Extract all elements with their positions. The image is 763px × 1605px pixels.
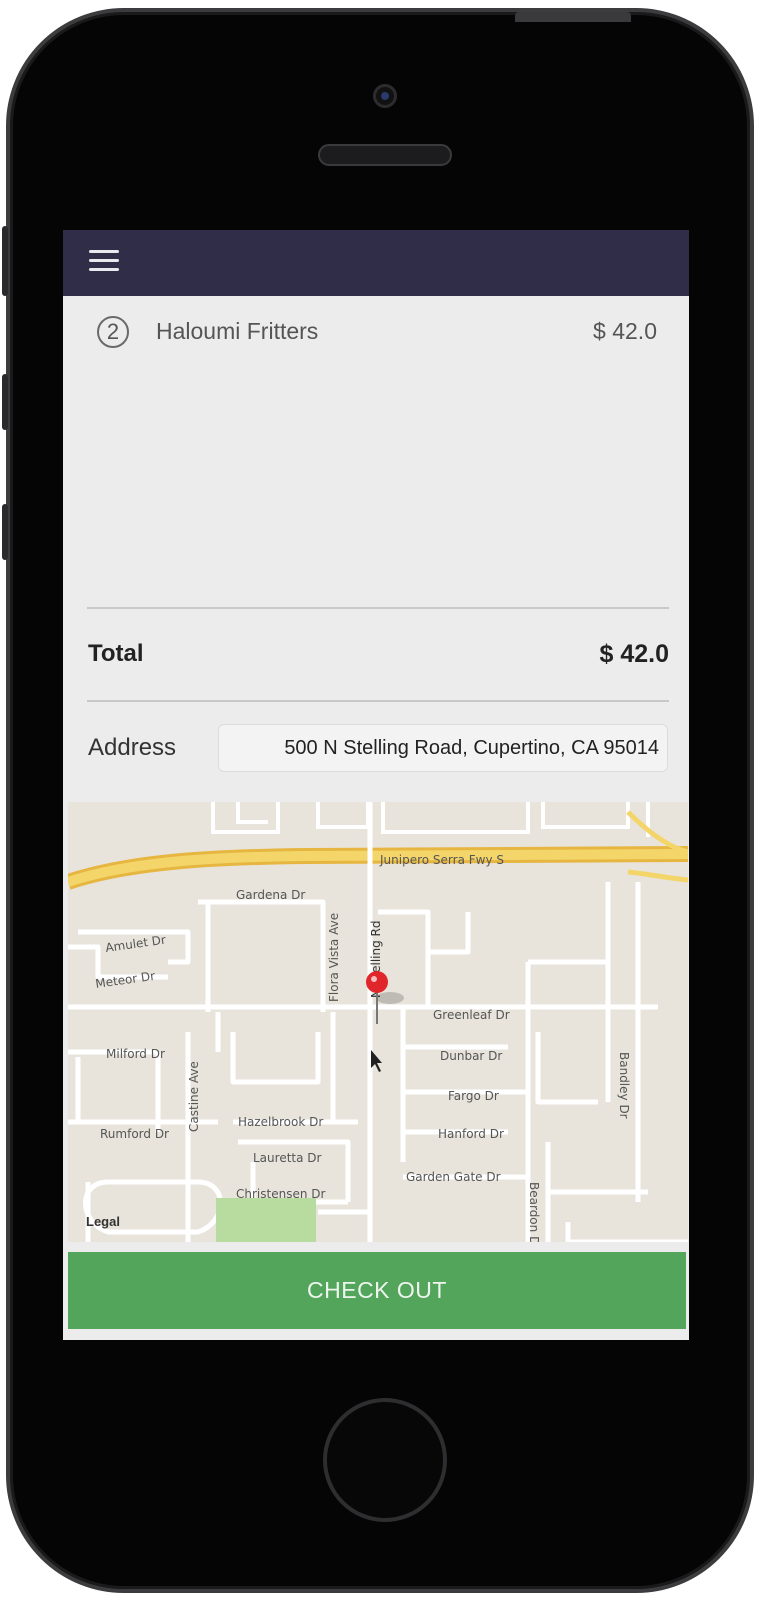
street-label: Greenleaf Dr <box>433 1008 510 1022</box>
navbar <box>63 230 689 296</box>
street-label: Christensen Dr <box>236 1187 325 1201</box>
street-label: Castine Ave <box>187 1061 201 1132</box>
address-value: 500 N Stelling Road, Cupertino, CA 95014 <box>284 737 659 759</box>
street-label: Hanford Dr <box>438 1127 504 1141</box>
divider <box>87 607 669 609</box>
street-label: Milford Dr <box>106 1047 165 1061</box>
address-input[interactable]: 500 N Stelling Road, Cupertino, CA 95014 <box>218 724 668 772</box>
mute-switch <box>2 226 8 296</box>
order-item-row: 2 Haloumi Fritters $ 42.0 <box>63 308 689 358</box>
street-label: Hazelbrook Dr <box>238 1115 323 1129</box>
street-label: Flora Vista Ave <box>327 913 341 1002</box>
street-label: Dunbar Dr <box>440 1049 502 1063</box>
front-camera <box>373 84 397 108</box>
street-label: Beardon Dr <box>527 1182 541 1242</box>
total-label: Total <box>88 640 144 667</box>
freeway-label: Junipero Serra Fwy S <box>379 853 504 867</box>
street-label: Garden Gate Dr <box>406 1170 501 1184</box>
item-price: $ 42.0 <box>593 318 657 344</box>
map-legal-link[interactable]: Legal <box>86 1214 120 1229</box>
street-label: Rumford Dr <box>100 1127 169 1141</box>
street-label: Lauretta Dr <box>253 1151 322 1165</box>
street-label: Fargo Dr <box>448 1089 499 1103</box>
map-view[interactable]: Junipero Serra Fwy S Gardena Dr Amulet D… <box>68 802 688 1242</box>
street-label: Gardena Dr <box>236 888 305 902</box>
power-button <box>515 12 631 22</box>
volume-up-button <box>2 374 8 430</box>
app-screen: 2 Haloumi Fritters $ 42.0 Total $ 42.0 A… <box>63 230 689 1340</box>
address-label: Address <box>88 734 177 761</box>
street-label: Bandley Dr <box>617 1052 631 1119</box>
home-button[interactable] <box>323 1398 447 1522</box>
checkout-button[interactable]: CHECK OUT <box>68 1252 686 1329</box>
hamburger-menu-icon[interactable] <box>89 250 121 274</box>
earpiece-speaker <box>318 144 452 166</box>
volume-down-button <box>2 504 8 560</box>
total-value: $ 42.0 <box>599 640 669 668</box>
item-quantity-badge: 2 <box>97 316 129 348</box>
map-graphic: Junipero Serra Fwy S Gardena Dr Amulet D… <box>68 802 688 1242</box>
divider <box>87 700 669 702</box>
item-name: Haloumi Fritters <box>156 318 319 344</box>
